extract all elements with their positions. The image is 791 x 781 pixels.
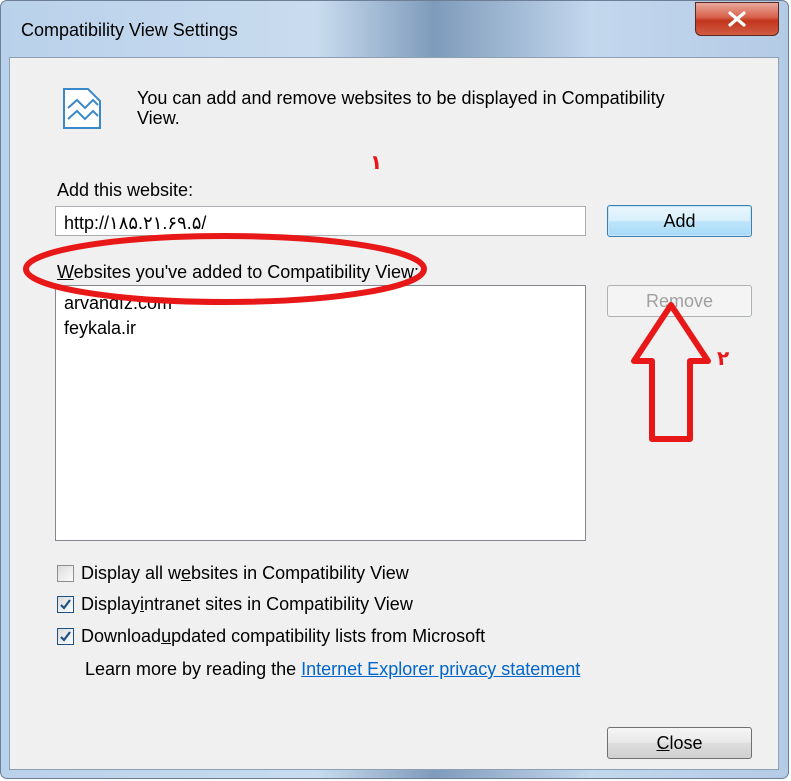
- annotation-arrow-icon: [631, 302, 711, 442]
- dialog-client-area: You can add and remove websites to be di…: [9, 57, 779, 770]
- annotation-marker-2: ۲: [717, 348, 730, 370]
- option-label-after: ntranet sites in Compatibility View: [144, 593, 413, 614]
- display-all-websites-checkbox[interactable]: [57, 564, 74, 582]
- close-button-accel: C: [656, 733, 670, 753]
- compatibility-view-icon: [63, 88, 101, 129]
- add-website-label: Add this website:: [57, 180, 194, 200]
- option-label-accel: u: [161, 625, 172, 646]
- option-download-updated-lists[interactable]: Download u pdated compatibility lists fro…: [57, 623, 485, 649]
- list-item[interactable]: feykala.ir: [64, 316, 585, 341]
- checkmark-icon: [60, 630, 71, 642]
- annotation-ellipse: [23, 233, 427, 305]
- window-close-button[interactable]: [695, 2, 779, 36]
- annotation-marker-1: ۱: [370, 152, 383, 174]
- intro-text: You can add and remove websites to be di…: [137, 88, 665, 128]
- close-button[interactable]: Close: [607, 727, 752, 759]
- websites-list[interactable]: arvandfz.com feykala.ir: [55, 285, 586, 541]
- option-display-intranet-sites[interactable]: Display i ntranet sites in Compatibility …: [57, 591, 413, 617]
- checkmark-icon: [60, 598, 71, 610]
- download-updated-lists-checkbox[interactable]: [57, 627, 74, 645]
- add-button[interactable]: Add: [607, 205, 752, 237]
- learn-more-row: Learn more by reading the Internet Explo…: [85, 659, 580, 680]
- dialog-window: Compatibility View Settings You can add …: [0, 0, 789, 779]
- option-label-after: bsites in Compatibility View: [191, 562, 409, 583]
- option-label-before: Display all w: [81, 562, 182, 583]
- learn-more-text: Learn more by reading the: [85, 659, 302, 679]
- close-button-rest: lose: [669, 733, 703, 753]
- option-label-before: Display: [81, 593, 141, 614]
- close-x-icon: [728, 11, 746, 27]
- privacy-statement-link[interactable]: Internet Explorer privacy statement: [301, 659, 580, 679]
- option-label-after: pdated compatibility lists from Microsof…: [171, 625, 486, 646]
- title-bar[interactable]: Compatibility View Settings: [1, 1, 788, 57]
- option-display-all-websites[interactable]: Display all w e bsites in Compatibility Vi…: [57, 560, 409, 586]
- option-label-before: Download: [81, 625, 162, 646]
- display-intranet-sites-checkbox[interactable]: [57, 595, 74, 613]
- option-label-accel: e: [181, 562, 192, 583]
- dialog-title: Compatibility View Settings: [21, 20, 238, 40]
